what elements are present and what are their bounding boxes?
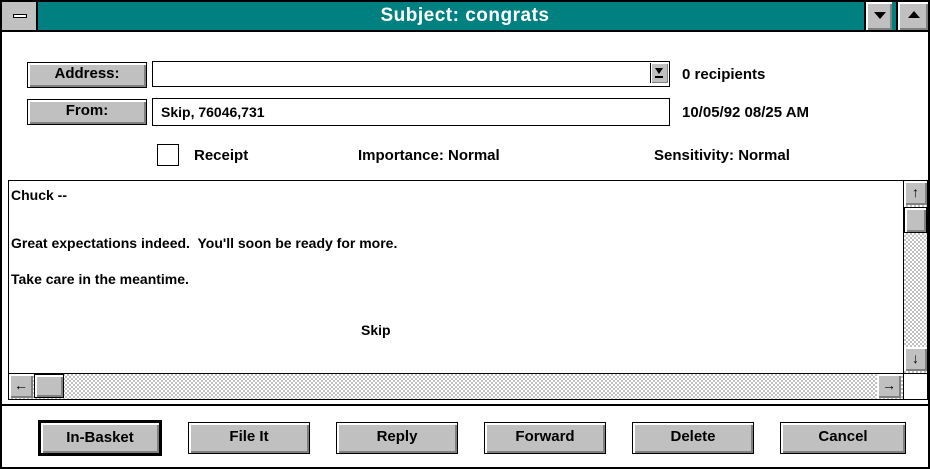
- from-field[interactable]: Skip, 76046,731: [152, 98, 670, 126]
- dropdown-arrow-icon: [655, 68, 663, 74]
- from-button[interactable]: From:: [27, 99, 147, 125]
- delete-button[interactable]: Delete: [632, 422, 754, 454]
- button-bar-divider: [2, 404, 928, 406]
- message-datetime: 10/05/92 08/25 AM: [682, 104, 810, 121]
- message-body[interactable]: Chuck -- Great expectations indeed. You'…: [8, 180, 928, 400]
- scroll-right-icon[interactable]: →: [877, 374, 901, 398]
- address-field[interactable]: [152, 61, 670, 87]
- vertical-scrollbar[interactable]: ↑ ↓: [903, 181, 927, 373]
- forward-button[interactable]: Forward: [484, 422, 606, 454]
- window-title: Subject: congrats: [380, 5, 550, 26]
- importance-label[interactable]: Importance: Normal: [358, 147, 500, 164]
- vertical-scroll-thumb[interactable]: [904, 207, 927, 233]
- recipients-count: 0 recipients: [682, 66, 766, 83]
- reply-button[interactable]: Reply: [336, 422, 458, 454]
- message-line: Great expectations indeed. You'll soon b…: [11, 235, 398, 251]
- scroll-left-icon[interactable]: ←: [9, 374, 33, 398]
- scrollbar-corner: [903, 373, 927, 399]
- receipt-label: Receipt: [194, 147, 249, 164]
- cancel-button[interactable]: Cancel: [780, 422, 906, 454]
- message-line: Chuck --: [11, 187, 67, 203]
- sensitivity-label[interactable]: Sensitivity: Normal: [654, 147, 790, 164]
- scroll-down-icon[interactable]: ↓: [904, 347, 927, 371]
- message-line: Take care in the meantime.: [11, 271, 189, 287]
- receipt-checkbox[interactable]: [157, 144, 179, 166]
- maximize-button[interactable]: [896, 2, 928, 30]
- message-window: Subject: congrats Address: 0 recipients …: [0, 0, 930, 469]
- title-bar[interactable]: Subject: congrats: [2, 2, 928, 32]
- scroll-up-icon[interactable]: ↑: [904, 181, 927, 205]
- minimize-button[interactable]: [864, 2, 892, 30]
- file-it-button[interactable]: File It: [188, 422, 310, 454]
- address-button[interactable]: Address:: [27, 62, 147, 88]
- message-signature: Skip: [361, 322, 391, 338]
- horizontal-scroll-thumb[interactable]: [34, 374, 64, 398]
- in-basket-button[interactable]: In-Basket: [38, 420, 162, 456]
- address-dropdown-button[interactable]: [650, 63, 668, 83]
- from-value: Skip, 76046,731: [161, 104, 265, 120]
- horizontal-scrollbar[interactable]: ← →: [9, 373, 903, 399]
- minimize-arrow-icon: [874, 12, 886, 19]
- maximize-arrow-icon: [908, 11, 920, 18]
